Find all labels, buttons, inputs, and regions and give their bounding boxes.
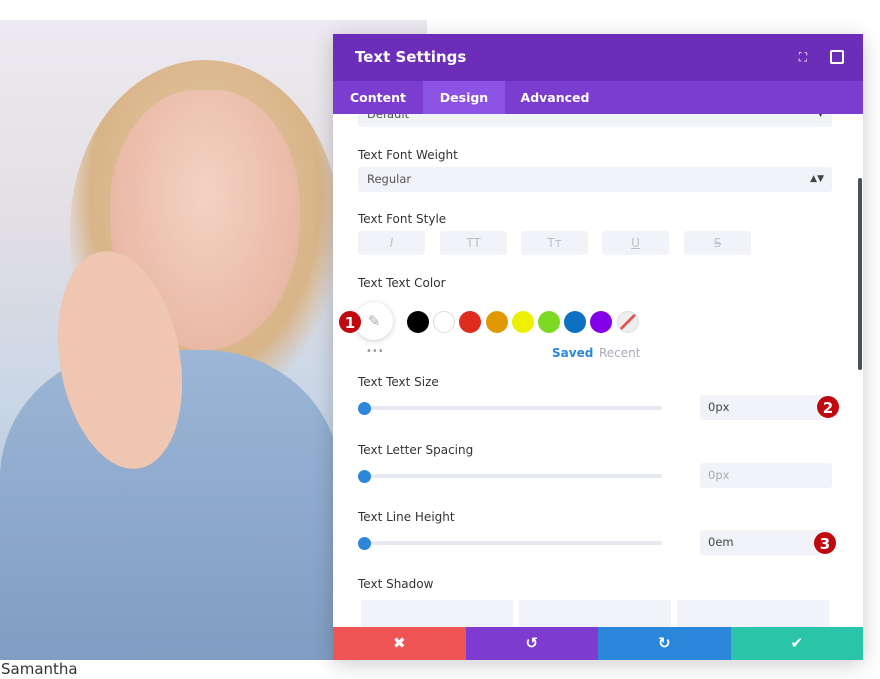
save-button[interactable]: ✔: [730, 627, 863, 660]
text-size-input[interactable]: 0px: [700, 395, 832, 420]
panel-title: Text Settings: [355, 48, 467, 66]
panel-footer: ✖ ↺ ↻ ✔: [333, 627, 863, 660]
saved-colors-tab[interactable]: Saved: [552, 346, 593, 360]
recent-colors-tab[interactable]: Recent: [599, 346, 640, 360]
strikethrough-button[interactable]: S: [684, 231, 751, 255]
swatch-none[interactable]: [616, 311, 639, 333]
tab-content-label[interactable]: Content: [333, 81, 423, 114]
line-height-slider-handle[interactable]: [358, 537, 371, 550]
font-weight-select[interactable]: Regular ▲▼: [358, 167, 832, 192]
letter-spacing-slider[interactable]: [360, 474, 662, 478]
uppercase-button[interactable]: TT: [440, 231, 507, 255]
color-swatch[interactable]: [407, 311, 429, 333]
font-weight-value: Regular: [367, 172, 412, 186]
line-height-label: Text Line Height: [358, 510, 455, 524]
font-weight-label: Text Font Weight: [358, 148, 458, 162]
text-shadow-label: Text Shadow: [358, 577, 434, 591]
close-button[interactable]: ✖: [333, 627, 466, 660]
color-swatch[interactable]: [459, 311, 482, 333]
more-options-icon[interactable]: •••: [366, 346, 384, 357]
image-caption: Samantha: [1, 660, 78, 678]
panel-header: Text Settings ⛶: [333, 34, 863, 81]
text-size-label: Text Text Size: [358, 375, 439, 389]
split-view-icon[interactable]: [830, 50, 844, 64]
color-swatch[interactable]: [511, 311, 534, 333]
step-badge-3: 3: [813, 531, 837, 555]
step-badge-1: 1: [338, 310, 362, 334]
letter-spacing-slider-handle[interactable]: [358, 470, 371, 483]
text-settings-panel: Text Settings ⛶ Content Design Advanced …: [333, 34, 863, 660]
underline-button[interactable]: U: [602, 231, 669, 255]
tab-advanced-label[interactable]: Advanced: [505, 81, 605, 114]
fullscreen-icon[interactable]: ⛶: [796, 50, 810, 64]
letter-spacing-input[interactable]: 0px: [700, 463, 832, 488]
smallcaps-button[interactable]: Tт: [521, 231, 588, 255]
text-size-slider[interactable]: [360, 406, 662, 410]
color-swatch[interactable]: [564, 311, 587, 333]
color-swatch[interactable]: [538, 311, 560, 333]
text-size-slider-handle[interactable]: [358, 402, 371, 415]
tab-design-label[interactable]: Design: [423, 81, 505, 114]
color-swatch[interactable]: [590, 311, 613, 333]
tab-bar-cover: Content Design Advanced: [333, 81, 863, 114]
color-swatch[interactable]: [433, 311, 456, 333]
line-height-slider[interactable]: [360, 541, 662, 545]
text-color-label: Text Text Color: [358, 276, 446, 290]
undo-button[interactable]: ↺: [465, 627, 598, 660]
color-swatch[interactable]: [485, 311, 508, 333]
italic-button[interactable]: I: [358, 231, 425, 255]
scrollbar[interactable]: [858, 178, 862, 370]
font-style-label: Text Font Style: [358, 212, 447, 226]
redo-button[interactable]: ↻: [598, 627, 731, 660]
step-badge-2: 2: [816, 395, 840, 419]
select-arrows-icon: ▲▼: [810, 174, 824, 184]
letter-spacing-label: Text Letter Spacing: [358, 443, 474, 457]
